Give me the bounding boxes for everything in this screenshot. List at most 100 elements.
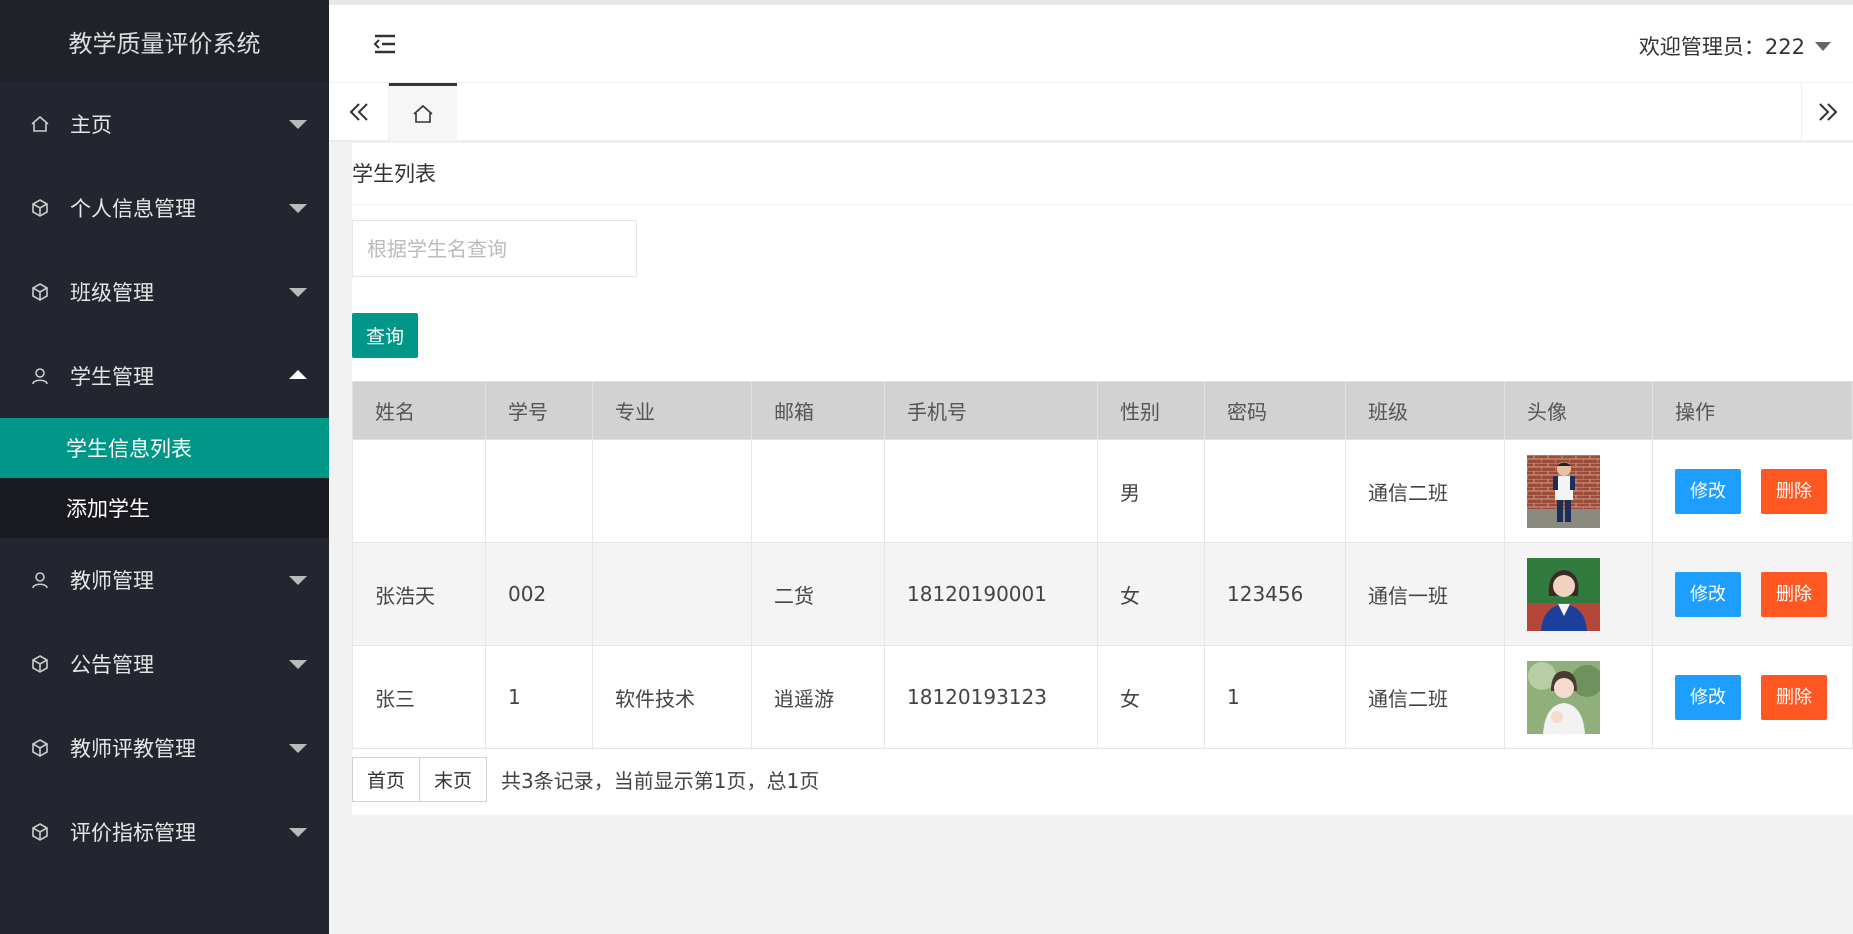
cell-actions: 修改 删除 [1652,542,1853,646]
cell-id: 002 [485,542,593,646]
home-icon [28,112,52,136]
cell-name: 张三 [352,645,486,749]
student-name-search-input[interactable] [352,220,637,277]
cell-class: 通信二班 [1345,645,1505,749]
column-header-major: 专业 [592,381,752,440]
tab-scroll-right-button[interactable] [1801,83,1853,141]
double-chevron-left-icon [349,103,368,121]
caret-down-icon [1815,41,1831,51]
sidebar-item-home[interactable]: 主页 [0,82,329,166]
cell-id [485,439,593,543]
submenu-item-student-list[interactable]: 学生信息列表 [0,418,329,478]
avatar [1527,454,1600,528]
cell-password [1204,439,1346,543]
chevron-down-icon [289,120,307,129]
table-header-row: 姓名 学号 专业 邮箱 手机号 性别 密码 班级 头像 操作 [352,381,1853,440]
search-button[interactable]: 查询 [352,313,418,358]
cell-name [352,439,486,543]
user-icon [28,568,52,592]
column-header-class: 班级 [1345,381,1505,440]
cell-gender: 女 [1097,645,1205,749]
delete-button[interactable]: 删除 [1761,674,1827,720]
tab-bar [329,82,1853,142]
cell-avatar [1504,542,1653,646]
cell-major [592,439,752,543]
cell-gender: 男 [1097,439,1205,543]
cell-class: 通信二班 [1345,439,1505,543]
column-header-phone: 手机号 [884,381,1098,440]
cell-major: 软件技术 [592,645,752,749]
pagination: 首页 末页 共3条记录，当前显示第1页，总1页 [352,757,819,802]
cell-phone [884,439,1098,543]
cell-actions: 修改 删除 [1652,645,1853,749]
sidebar-item-eval-index[interactable]: 评价指标管理 [0,790,329,874]
chevron-down-icon [289,744,307,753]
table-row: 张三 1 软件技术 逍遥游 18120193123 女 1 通信二班 修改 删除 [352,645,1853,749]
sidebar-item-label: 个人信息管理 [70,197,196,221]
page-title: 学生列表 [352,143,1853,205]
column-header-actions: 操作 [1652,381,1853,440]
cell-major [592,542,752,646]
sidebar: 教学质量评价系统 主页 个人信息管理 班级管理 学生管理 学生信息列表 添加学生 [0,0,329,934]
sidebar-item-personal-info[interactable]: 个人信息管理 [0,166,329,250]
chevron-down-icon [289,204,307,213]
cell-actions: 修改 删除 [1652,439,1853,543]
avatar [1527,557,1600,631]
user-icon [28,364,52,388]
cell-avatar [1504,645,1653,749]
cube-icon [28,280,52,304]
cell-email [751,439,885,543]
sidebar-item-label: 公告管理 [70,653,154,677]
column-header-password: 密码 [1204,381,1346,440]
first-page-button[interactable]: 首页 [352,757,421,802]
welcome-text: 欢迎管理员：222 [1638,35,1805,59]
tab-scroll-left-button[interactable] [329,83,389,141]
cube-icon [28,652,52,676]
sidebar-item-label: 评价指标管理 [70,821,196,845]
sidebar-item-label: 教师评教管理 [70,737,196,761]
delete-button[interactable]: 删除 [1761,571,1827,617]
edit-button[interactable]: 修改 [1675,468,1741,514]
cell-id: 1 [485,645,593,749]
chevron-down-icon [289,576,307,585]
home-icon [413,104,433,123]
sidebar-item-student[interactable]: 学生管理 [0,334,329,418]
app-logo: 教学质量评价系统 [0,0,329,82]
delete-button[interactable]: 删除 [1761,468,1827,514]
cube-icon [28,820,52,844]
student-submenu: 学生信息列表 添加学生 [0,418,329,538]
column-header-avatar: 头像 [1504,381,1653,440]
avatar [1527,660,1600,734]
table-row: 张浩天 002 二货 18120190001 女 123456 通信一班 修改 … [352,542,1853,646]
column-header-id: 学号 [485,381,593,440]
submenu-item-add-student[interactable]: 添加学生 [0,478,329,538]
cell-phone: 18120190001 [884,542,1098,646]
sidebar-item-label: 班级管理 [70,281,154,305]
chevron-down-icon [289,288,307,297]
column-header-gender: 性别 [1097,381,1205,440]
edit-button[interactable]: 修改 [1675,674,1741,720]
chevron-down-icon [289,660,307,669]
cell-avatar [1504,439,1653,543]
chevron-down-icon [289,828,307,837]
column-header-name: 姓名 [352,381,486,440]
double-chevron-right-icon [1818,103,1837,121]
sidebar-item-class[interactable]: 班级管理 [0,250,329,334]
cell-password: 1 [1204,645,1346,749]
sidebar-item-teacher-eval[interactable]: 教师评教管理 [0,706,329,790]
edit-button[interactable]: 修改 [1675,571,1741,617]
last-page-button[interactable]: 末页 [420,757,488,802]
student-table: 姓名 学号 专业 邮箱 手机号 性别 密码 班级 头像 操作 男 通信二班 修改… [352,381,1853,749]
menu-toggle-icon[interactable] [372,31,398,57]
cell-gender: 女 [1097,542,1205,646]
cell-email: 二货 [751,542,885,646]
cell-phone: 18120193123 [884,645,1098,749]
sidebar-item-notice[interactable]: 公告管理 [0,622,329,706]
table-row: 男 通信二班 修改 删除 [352,439,1853,543]
cell-name: 张浩天 [352,542,486,646]
sidebar-item-teacher[interactable]: 教师管理 [0,538,329,622]
cell-password: 123456 [1204,542,1346,646]
user-menu[interactable]: 欢迎管理员：222 [1639,31,1831,61]
tab-home[interactable] [389,83,457,141]
cell-class: 通信一班 [1345,542,1505,646]
